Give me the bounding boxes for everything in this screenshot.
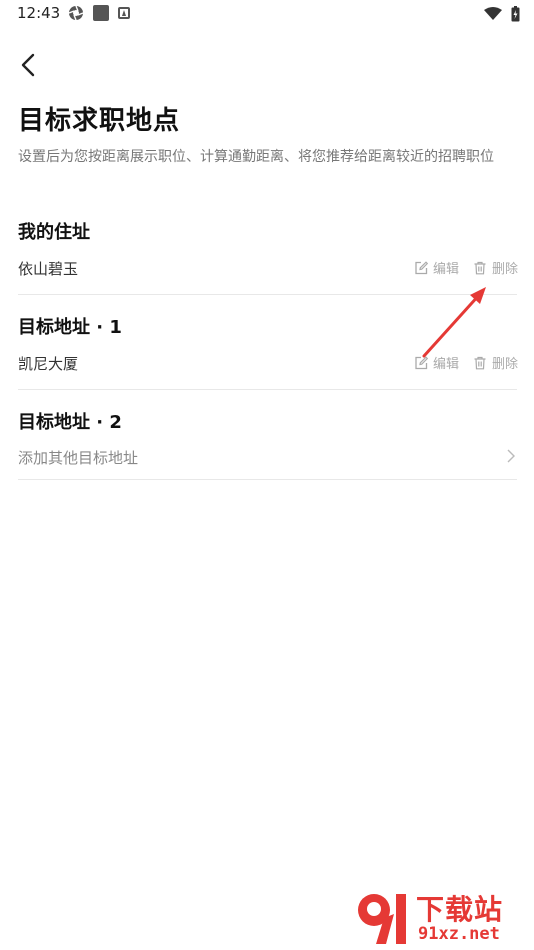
home-address-section: 我的住址 依山碧玉 编辑 删除 bbox=[18, 218, 518, 278]
watermark-subtitle: 91xz.net bbox=[418, 924, 500, 944]
status-time: 12:43 bbox=[17, 4, 61, 22]
battery-icon bbox=[511, 6, 520, 22]
notification-a-icon bbox=[118, 7, 130, 19]
delete-label: 删除 bbox=[491, 357, 518, 372]
address-text: 凯尼大厦 bbox=[18, 355, 79, 373]
delete-button[interactable]: 删除 bbox=[473, 258, 518, 277]
row-actions: 编辑 删除 bbox=[414, 258, 518, 277]
wifi-icon bbox=[484, 7, 502, 20]
add-target-address-row[interactable]: 添加其他目标地址 bbox=[18, 445, 518, 469]
edit-label: 编辑 bbox=[432, 262, 459, 277]
section-title: 目标地址 · 2 bbox=[18, 412, 122, 433]
page-title: 目标求职地点 bbox=[18, 106, 181, 136]
watermark-logo-icon bbox=[358, 894, 406, 944]
status-bar: 12:43 bbox=[0, 0, 534, 28]
trash-icon bbox=[474, 261, 486, 274]
watermark-title: 下载站 bbox=[416, 893, 504, 926]
divider bbox=[18, 479, 517, 480]
edit-button[interactable]: 编辑 bbox=[414, 258, 459, 277]
watermark: 下载站 91xz.net bbox=[354, 888, 530, 948]
notification-square-icon bbox=[93, 5, 109, 21]
add-address-placeholder: 添加其他目标地址 bbox=[18, 449, 139, 467]
section-title: 我的住址 bbox=[18, 222, 90, 243]
back-arrow-icon[interactable] bbox=[14, 50, 44, 80]
annotation-arrow bbox=[422, 287, 486, 358]
edit-icon bbox=[415, 260, 428, 274]
target-address-2-section: 目标地址 · 2 添加其他目标地址 bbox=[18, 408, 518, 467]
divider bbox=[18, 389, 517, 390]
address-text: 依山碧玉 bbox=[18, 260, 79, 278]
status-icons-left bbox=[68, 5, 130, 21]
home-address-row[interactable]: 依山碧玉 编辑 删除 bbox=[18, 256, 518, 280]
chevron-right-icon bbox=[507, 449, 515, 463]
status-icons-right bbox=[484, 6, 520, 22]
delete-label: 删除 bbox=[491, 262, 518, 277]
aperture-icon bbox=[68, 5, 84, 21]
page-description: 设置后为您按距离展示职位、计算通勤距离、将您推荐给距离较近的招聘职位 bbox=[18, 149, 494, 165]
